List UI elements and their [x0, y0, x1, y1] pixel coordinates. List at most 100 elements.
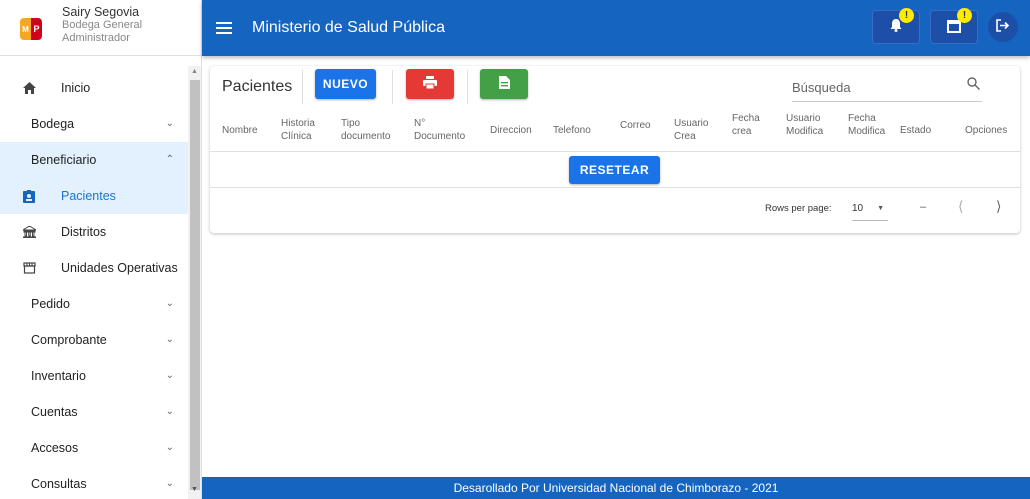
logout-icon [996, 18, 1010, 36]
top-actions: ! ! [862, 8, 1018, 44]
sidebar-item-cuentas[interactable]: Cuentas ⌄ [0, 394, 188, 430]
page-title: Pacientes [222, 78, 293, 95]
scroll-up-icon[interactable]: ▲ [191, 68, 198, 75]
scroll-thumb[interactable] [190, 80, 200, 490]
column-header-numero-documento[interactable]: N° Documento [414, 117, 465, 143]
page-range: – [920, 201, 927, 213]
divider [302, 70, 303, 104]
sidebar-item-label: Pedido [31, 297, 70, 311]
reset-button[interactable]: RESETEAR [569, 156, 660, 184]
column-header-direccion[interactable]: Direccion [490, 124, 532, 137]
sidebar-item-pedido[interactable]: Pedido ⌄ [0, 286, 188, 322]
search-input[interactable] [792, 74, 952, 100]
sidebar-item-label: Inventario [31, 369, 86, 383]
sidebar: M P Sairy Segovia Bodega General Adminis… [0, 0, 202, 499]
sidebar-item-label: Comprobante [31, 333, 107, 347]
sidebar-item-comprobante[interactable]: Comprobante ⌄ [0, 322, 188, 358]
previous-page-button[interactable]: ⟨ [958, 198, 963, 215]
rows-per-page-value: 10 [852, 203, 864, 214]
sidebar-item-label: Accesos [31, 441, 79, 455]
column-header-usuario-modifica[interactable]: Usuario Modifica [786, 112, 831, 138]
chevron-down-icon: ⌄ [165, 478, 174, 489]
column-header-telefono[interactable]: Telefono [553, 124, 591, 137]
column-header-usuario-crea[interactable]: Usuario Crea [674, 117, 714, 143]
user-role: Administrador [62, 32, 130, 44]
sidebar-item-label: Unidades Operativas [61, 261, 178, 275]
chevron-down-icon: ⌄ [165, 370, 174, 381]
chevron-down-icon: ⌄ [165, 118, 174, 129]
sidebar-item-label: Cuentas [31, 405, 78, 419]
column-header-fecha-crea[interactable]: Fecha crea [732, 112, 762, 138]
pagination: Rows per page: 10 ▼ – ⟨ ⟩ [210, 188, 1020, 233]
sidebar-item-unidades-operativas[interactable]: Unidades Operativas [0, 250, 188, 286]
chevron-left-icon: ⟨ [958, 198, 964, 214]
chevron-down-icon: ⌄ [165, 442, 174, 453]
sidebar-scrollbar[interactable]: ▲ ▼ [188, 66, 201, 499]
sidebar-item-inicio[interactable]: Inicio [0, 70, 188, 106]
empty-state-row: RESETEAR [210, 152, 1020, 188]
sidebar-item-inventario[interactable]: Inventario ⌄ [0, 358, 188, 394]
calendar-button[interactable]: ! [930, 8, 978, 44]
menu-icon[interactable] [216, 22, 232, 34]
export-button[interactable] [480, 69, 528, 99]
sidebar-item-consultas[interactable]: Consultas ⌄ [0, 466, 188, 499]
new-button[interactable]: NUEVO [315, 69, 376, 99]
sidebar-item-bodega[interactable]: Bodega ⌄ [0, 106, 188, 142]
sidebar-item-distritos[interactable]: Distritos [0, 214, 188, 250]
rows-per-page-select[interactable]: 10 ▼ [852, 199, 888, 221]
column-header-tipo-documento[interactable]: Tipo documento [341, 117, 391, 143]
column-header-nombre[interactable]: Nombre [222, 124, 258, 137]
sidebar-item-label: Pacientes [61, 189, 116, 203]
logout-button[interactable] [988, 12, 1018, 42]
print-button[interactable] [406, 69, 454, 99]
column-header-estado[interactable]: Estado [900, 124, 931, 137]
sidebar-item-beneficiario[interactable]: Beneficiario ⌃ [0, 142, 188, 178]
calendar-badge: ! [957, 8, 972, 23]
chevron-right-icon: ⟩ [996, 198, 1002, 214]
sidebar-item-pacientes[interactable]: Pacientes [0, 178, 188, 214]
patients-table-card: Pacientes NUEVO No [210, 66, 1020, 233]
sidebar-item-label: Bodega [31, 117, 75, 131]
notification-badge: ! [899, 8, 914, 23]
table-header: Nombre Historia Clínica Tipo documento N… [210, 110, 1020, 152]
column-header-opciones[interactable]: Opciones [965, 124, 1007, 137]
notifications-button[interactable]: ! [872, 8, 920, 44]
divider [392, 70, 393, 104]
user-panel: M P Sairy Segovia Bodega General Adminis… [0, 0, 201, 56]
chevron-down-icon: ⌄ [165, 334, 174, 345]
column-header-correo[interactable]: Correo [620, 119, 651, 132]
store-icon [22, 261, 36, 275]
column-header-fecha-modifica[interactable]: Fecha Modifica [848, 112, 893, 138]
scroll-down-icon[interactable]: ▼ [191, 486, 198, 493]
sidebar-item-accesos[interactable]: Accesos ⌄ [0, 430, 188, 466]
printer-icon [423, 76, 437, 92]
caret-down-icon: ▼ [877, 205, 884, 212]
chevron-up-icon: ⌃ [165, 154, 174, 165]
sidebar-item-label: Consultas [31, 477, 87, 491]
user-name: Sairy Segovia [62, 5, 140, 19]
app-logo: M P [20, 18, 42, 40]
divider [467, 70, 468, 104]
chevron-down-icon: ⌄ [165, 406, 174, 417]
home-icon [22, 81, 36, 95]
app-title: Ministerio de Salud Pública [252, 19, 445, 36]
chevron-down-icon: ⌄ [165, 298, 174, 309]
next-page-button[interactable]: ⟩ [996, 198, 1001, 215]
sidebar-item-label: Beneficiario [31, 153, 97, 167]
footer: Desarollado Por Universidad Nacional de … [202, 477, 1030, 499]
logo-left: M [20, 18, 31, 40]
logo-right: P [31, 18, 42, 40]
user-unit: Bodega General [62, 19, 143, 31]
document-icon [498, 76, 510, 92]
top-app-bar: Ministerio de Salud Pública ! ! [202, 0, 1030, 56]
sidebar-menu: Inicio Bodega ⌄ Beneficiario ⌃ Pacientes [0, 70, 188, 499]
building-icon [22, 225, 36, 239]
sidebar-item-label: Inicio [61, 81, 91, 95]
bell-icon [890, 19, 902, 35]
rows-per-page-label: Rows per page: [765, 203, 832, 214]
app: M P Sairy Segovia Bodega General Adminis… [0, 0, 1030, 499]
column-header-historia-clinica[interactable]: Historia Clínica [281, 117, 321, 143]
badge-icon [22, 189, 36, 203]
search-icon[interactable] [967, 77, 980, 93]
table-toolbar: Pacientes NUEVO [210, 66, 1020, 110]
